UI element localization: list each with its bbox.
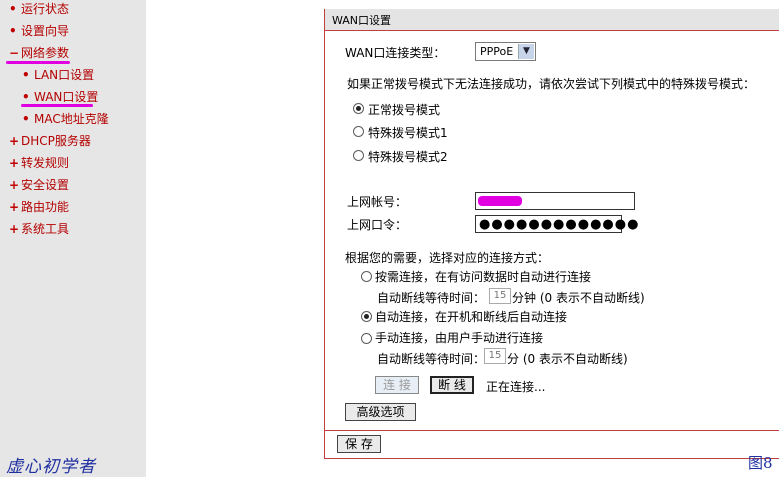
sidebar-item-label: 安全设置 bbox=[21, 178, 70, 192]
watermark: 虚心初学者 bbox=[6, 457, 96, 477]
sidebar-item-label: LAN口设置 bbox=[34, 68, 95, 82]
sidebar-item-status[interactable]: • 运行状态 bbox=[9, 0, 69, 18]
idle-time-label-2: 自动断线等待时间： bbox=[377, 352, 486, 366]
sidebar-item-system-tools[interactable]: + 系统工具 bbox=[9, 220, 69, 238]
sidebar-item-label: 网络参数 bbox=[21, 46, 70, 60]
panel-title: WAN口设置 bbox=[332, 14, 392, 27]
conn-mode-label: 根据您的需要，选择对应的连接方式： bbox=[345, 251, 550, 265]
sidebar-item-security[interactable]: + 安全设置 bbox=[9, 176, 69, 194]
conn-mode-manual-radio[interactable] bbox=[361, 333, 372, 344]
idle-time-unit-2: 分 (0 表示不自动断线) bbox=[507, 352, 628, 366]
conn-mode-auto-radio[interactable] bbox=[361, 311, 372, 322]
bullet-icon: • bbox=[9, 2, 17, 16]
panel-footer-divider bbox=[325, 430, 779, 431]
sidebar-item-label: 系统工具 bbox=[21, 222, 70, 236]
advanced-options-button[interactable]: 高级选项 bbox=[345, 403, 416, 421]
redaction-mark bbox=[478, 196, 522, 206]
expand-icon: + bbox=[9, 222, 20, 236]
expand-icon: + bbox=[9, 178, 20, 192]
conn-type-value: PPPoE bbox=[480, 45, 514, 58]
expand-icon: + bbox=[9, 200, 20, 214]
bullet-icon: • bbox=[9, 24, 17, 38]
dial-mode-special1-label: 特殊拨号模式1 bbox=[368, 126, 448, 140]
conn-mode-auto-label: 自动连接，在开机和断线后自动连接 bbox=[375, 310, 568, 324]
chevron-down-icon: ▼ bbox=[518, 44, 534, 59]
dial-hint: 如果正常拨号模式下无法连接成功，请依次尝试下列模式中的特殊拨号模式： bbox=[347, 77, 756, 91]
disconnect-button[interactable]: 断 线 bbox=[430, 376, 474, 394]
dial-mode-special2-radio[interactable] bbox=[353, 150, 364, 161]
account-label: 上网帐号： bbox=[347, 195, 408, 209]
sidebar-item-label: 运行状态 bbox=[21, 2, 70, 16]
idle-time-input-1[interactable]: 15 bbox=[489, 288, 511, 304]
dial-mode-normal-radio[interactable] bbox=[353, 103, 364, 114]
highlight-underline bbox=[6, 61, 70, 64]
expand-icon: + bbox=[9, 134, 20, 148]
collapse-icon: − bbox=[9, 46, 20, 60]
expand-icon: + bbox=[9, 156, 20, 170]
password-mask: ●●●●●●●●●●●●● bbox=[479, 217, 640, 232]
highlight-underline bbox=[21, 104, 93, 107]
wan-settings-panel: WAN口设置 WAN口连接类型： PPPoE ▼ 如果正常拨号模式下无法连接成功… bbox=[324, 9, 779, 459]
dial-mode-special2-label: 特殊拨号模式2 bbox=[368, 150, 448, 164]
figure-label: 图8 bbox=[748, 454, 773, 472]
dial-mode-normal-label: 正常拨号模式 bbox=[368, 103, 441, 117]
sidebar-item-label: 路由功能 bbox=[21, 200, 70, 214]
sidebar-item-label: MAC地址克隆 bbox=[34, 112, 109, 126]
sidebar-item-wizard[interactable]: • 设置向导 bbox=[9, 22, 69, 40]
password-label: 上网口令： bbox=[347, 218, 408, 232]
bullet-icon: • bbox=[22, 68, 30, 82]
save-button[interactable]: 保 存 bbox=[337, 435, 381, 453]
conn-mode-on-demand-radio[interactable] bbox=[361, 271, 372, 282]
panel-header: WAN口设置 bbox=[325, 9, 779, 31]
sidebar-item-forwarding[interactable]: + 转发规则 bbox=[9, 154, 69, 172]
connection-status: 正在连接... bbox=[486, 380, 546, 394]
conn-mode-manual-label: 手动连接，由用户手动进行连接 bbox=[375, 331, 544, 345]
idle-time-input-2[interactable]: 15 bbox=[484, 348, 506, 364]
password-field[interactable]: ●●●●●●●●●●●●● bbox=[475, 215, 638, 233]
sidebar-item-lan[interactable]: • LAN口设置 bbox=[22, 66, 94, 84]
bullet-icon: • bbox=[22, 112, 30, 126]
conn-type-select[interactable]: PPPoE ▼ bbox=[475, 42, 536, 61]
conn-mode-on-demand-label: 按需连接，在有访问数据时自动进行连接 bbox=[375, 270, 592, 284]
sidebar-item-label: 转发规则 bbox=[21, 156, 70, 170]
idle-time-label-1: 自动断线等待时间： bbox=[377, 291, 486, 305]
sidebar-item-network[interactable]: − 网络参数 bbox=[9, 44, 69, 62]
sidebar-item-dhcp[interactable]: + DHCP服务器 bbox=[9, 132, 91, 150]
sidebar-item-label: DHCP服务器 bbox=[21, 134, 91, 148]
sidebar-item-mac-clone[interactable]: • MAC地址克隆 bbox=[22, 110, 109, 128]
dial-mode-special1-radio[interactable] bbox=[353, 126, 364, 137]
sidebar-item-routing[interactable]: + 路由功能 bbox=[9, 198, 69, 216]
sidebar: • 运行状态 • 设置向导 − 网络参数 • LAN口设置 • WAN口设置 • MAC地址… bbox=[0, 0, 146, 477]
connect-button[interactable]: 连 接 bbox=[375, 376, 419, 394]
conn-type-label: WAN口连接类型： bbox=[345, 46, 446, 60]
idle-time-unit-1: 分钟 (0 表示不自动断线) bbox=[512, 291, 645, 305]
account-field[interactable] bbox=[475, 192, 635, 210]
sidebar-item-label: WAN口设置 bbox=[34, 90, 99, 104]
sidebar-item-label: 设置向导 bbox=[21, 24, 70, 38]
